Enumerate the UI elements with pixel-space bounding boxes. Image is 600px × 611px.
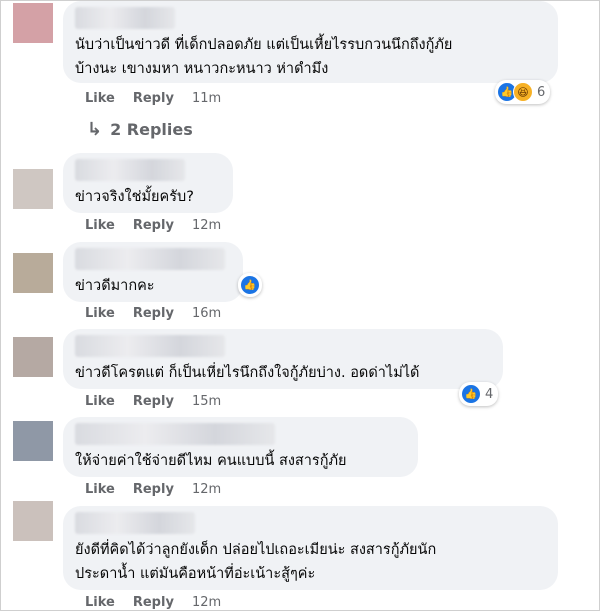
commenter-name[interactable] <box>75 423 275 445</box>
avatar[interactable] <box>13 253 53 293</box>
avatar[interactable] <box>13 337 53 377</box>
avatar[interactable] <box>13 501 53 541</box>
like-button[interactable]: Like <box>85 482 115 497</box>
comment-actions: Like Reply 12m <box>85 595 221 610</box>
comment-text: ข่าวดีโครตแต่ ก็เป็นเหี่ยไรนึกถึงใจกู้ภั… <box>75 365 420 381</box>
reaction-summary[interactable]: 👍 <box>238 273 262 297</box>
comment-actions: Like Reply 15m <box>85 394 221 409</box>
like-button[interactable]: Like <box>85 394 115 409</box>
reply-button[interactable]: Reply <box>133 482 174 497</box>
like-reaction-icon: 👍 <box>461 384 481 404</box>
comment-actions: Like Reply 12m <box>85 482 221 497</box>
timestamp[interactable]: 11m <box>192 91 221 106</box>
like-button[interactable]: Like <box>85 306 115 321</box>
avatar[interactable] <box>13 169 53 209</box>
comment-text: ให้จ่ายค่าใช้จ่ายดีไหม คนแบบนี้ สงสารกู้… <box>75 453 347 469</box>
comment-actions: Like Reply 11m <box>85 91 221 106</box>
replies-label: 2 Replies <box>110 120 193 139</box>
commenter-name[interactable] <box>75 335 225 357</box>
comment-thread: นับว่าเป็นข่าวดี ที่เด็กปลอดภัย แต่เป็นเ… <box>0 0 600 611</box>
commenter-name[interactable] <box>75 248 225 270</box>
comment-actions: Like Reply 16m <box>85 306 221 321</box>
like-button[interactable]: Like <box>85 595 115 610</box>
comment-text: ข่าวดีมากคะ <box>75 278 155 294</box>
reaction-summary[interactable]: 👍 4 <box>459 382 499 406</box>
timestamp[interactable]: 12m <box>192 595 221 610</box>
comment-bubble: ให้จ่ายค่าใช้จ่ายดีไหม คนแบบนี้ สงสารกู้… <box>63 417 418 477</box>
like-reaction-icon: 👍 <box>240 275 260 295</box>
commenter-name[interactable] <box>75 512 195 534</box>
reaction-count: 6 <box>537 84 546 100</box>
reply-button[interactable]: Reply <box>133 218 174 233</box>
reply-button[interactable]: Reply <box>133 595 174 610</box>
reply-button[interactable]: Reply <box>133 91 174 106</box>
view-replies-link[interactable]: ↳ 2 Replies <box>87 119 193 140</box>
reply-button[interactable]: Reply <box>133 394 174 409</box>
comment-bubble: ยังดีที่คิดได้ว่าลูกยังเด็ก ปล่อยไปเถอะเ… <box>63 506 558 590</box>
reaction-count: 4 <box>485 386 494 402</box>
reply-arrow-icon: ↳ <box>87 119 103 140</box>
timestamp[interactable]: 12m <box>192 218 221 233</box>
comment-bubble: ข่าวจริงใช่มั้ยครับ? <box>63 153 233 213</box>
comment-bubble: นับว่าเป็นข่าวดี ที่เด็กปลอดภัย แต่เป็นเ… <box>63 1 558 83</box>
like-button[interactable]: Like <box>85 91 115 106</box>
comment-text: ยังดีที่คิดได้ว่าลูกยังเด็ก ปล่อยไปเถอะเ… <box>75 542 437 582</box>
timestamp[interactable]: 12m <box>192 482 221 497</box>
reaction-summary[interactable]: 👍 😆 6 <box>495 80 551 104</box>
comment-text: นับว่าเป็นข่าวดี ที่เด็กปลอดภัย แต่เป็นเ… <box>75 37 453 77</box>
comment-text: ข่าวจริงใช่มั้ยครับ? <box>75 189 194 205</box>
haha-reaction-icon: 😆 <box>513 82 533 102</box>
avatar[interactable] <box>13 3 53 43</box>
avatar[interactable] <box>13 421 53 461</box>
commenter-name[interactable] <box>75 159 185 181</box>
commenter-name[interactable] <box>75 7 175 29</box>
comment-bubble: ข่าวดีมากคะ <box>63 242 243 302</box>
reply-button[interactable]: Reply <box>133 306 174 321</box>
like-button[interactable]: Like <box>85 218 115 233</box>
comment-actions: Like Reply 12m <box>85 218 221 233</box>
comment-bubble: ข่าวดีโครตแต่ ก็เป็นเหี่ยไรนึกถึงใจกู้ภั… <box>63 329 503 389</box>
timestamp[interactable]: 15m <box>192 394 221 409</box>
timestamp[interactable]: 16m <box>192 306 221 321</box>
